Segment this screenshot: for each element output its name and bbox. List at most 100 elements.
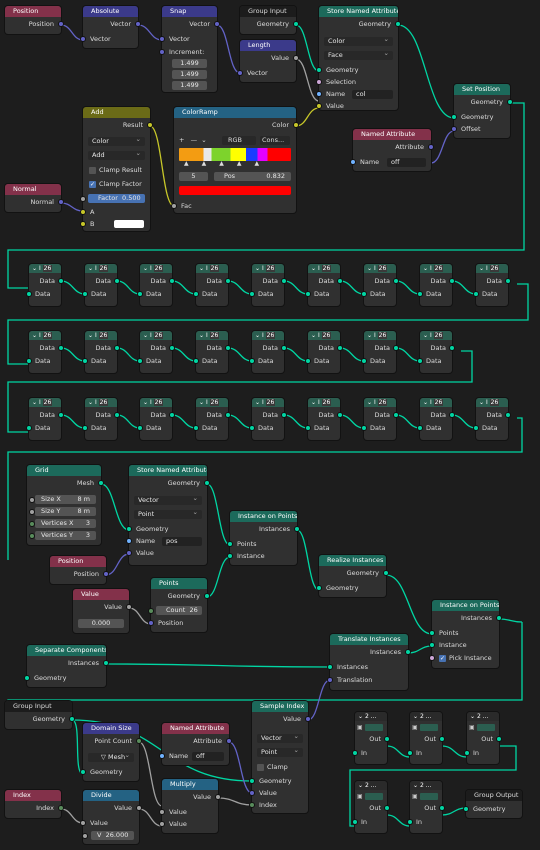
in-input[interactable]: In (352, 748, 387, 759)
geometry-input[interactable]: Geometry (249, 776, 308, 787)
increment-y-field[interactable]: 1.499 (172, 70, 207, 79)
clamp-checkbox[interactable]: Clamp (252, 762, 308, 773)
data-reroute-node[interactable]: ⌄ I 26 Data Data (137, 331, 175, 373)
collapse-chevron-icon[interactable]: ⌄ (32, 265, 37, 272)
absolute-node[interactable]: Absolute Vector Vector (80, 6, 141, 48)
data-output[interactable]: Data (364, 343, 399, 354)
b-color-swatch[interactable] (114, 220, 144, 228)
instance-input[interactable]: Instance (429, 640, 499, 651)
collapse-chevron-icon[interactable]: ⌄ (88, 399, 93, 406)
data-input[interactable]: Data (473, 423, 508, 434)
normal-output[interactable]: Normal (5, 197, 64, 208)
group-input-node[interactable]: Group Input Geometry (240, 6, 299, 34)
instance-on-points-node[interactable]: Instance on Points Instances Points Inst… (227, 511, 300, 565)
data-input[interactable]: Data (249, 356, 284, 367)
pick-instance-checkbox[interactable]: ✓ Pick Instance (429, 653, 499, 664)
collapse-chevron-icon[interactable]: ⌄ (367, 399, 372, 406)
data-reroute-node[interactable]: ⌄ I 26 Data Data (193, 398, 231, 440)
translation-input[interactable]: Translation (327, 675, 408, 686)
set-position-node[interactable]: Set Position Geometry Geometry Offset (451, 84, 513, 138)
data-output[interactable]: Data (140, 276, 175, 287)
function-group-node[interactable]: ⌄ 2 ... ▣ Out In (352, 781, 390, 833)
name-field[interactable]: off (387, 158, 426, 167)
data-reroute-node[interactable]: ⌄ I 26 Data Data (417, 398, 455, 440)
collapse-chevron-icon[interactable]: ⌄ (413, 713, 418, 720)
collapse-chevron-icon[interactable]: ⌄ (255, 399, 260, 406)
vertices-y-field[interactable]: Vertices Y3 (29, 531, 96, 540)
data-input[interactable]: Data (417, 423, 452, 434)
geometry-input[interactable]: Geometry (463, 804, 522, 815)
component-select[interactable]: ▽ Mesh (88, 751, 134, 762)
result-output[interactable]: Result (83, 120, 153, 131)
data-input[interactable]: Data (417, 356, 452, 367)
group-input-node[interactable]: Group Input Geometry (5, 701, 75, 729)
data-type-select[interactable]: Vector (134, 494, 202, 505)
store-named-attribute-node[interactable]: Store Named Attribute Geometry Vector Po… (126, 465, 210, 565)
name-field[interactable]: off (192, 752, 224, 761)
data-reroute-node[interactable]: ⌄ I 26 Data Data (26, 264, 64, 306)
data-input[interactable]: Data (82, 289, 117, 300)
data-output[interactable]: Data (476, 276, 511, 287)
data-input[interactable]: Data (26, 356, 61, 367)
data-reroute-node[interactable]: ⌄ I 26 Data Data (417, 264, 455, 306)
in-input[interactable]: In (464, 748, 499, 759)
collapse-chevron-icon[interactable]: ⌄ (255, 332, 260, 339)
data-input[interactable]: Data (193, 289, 228, 300)
geometry-input[interactable]: Geometry (126, 524, 207, 535)
data-reroute-node[interactable]: ⌄ I 26 Data Data (82, 264, 120, 306)
domain-select[interactable]: Face (324, 49, 393, 60)
data-input[interactable]: Data (193, 356, 228, 367)
data-type-select[interactable]: Color (88, 135, 145, 146)
data-output[interactable]: Data (85, 410, 120, 421)
stop-index-field[interactable]: 5 (179, 172, 208, 181)
data-reroute-node[interactable]: ⌄ I 26 Data Data (82, 331, 120, 373)
instances-output[interactable]: Instances (432, 613, 502, 624)
value-node[interactable]: Value Value 0.000 (73, 589, 132, 633)
instances-output[interactable]: Instances (230, 524, 300, 535)
stop-position-field[interactable]: Pos 0.832 (214, 172, 291, 181)
geometry-input[interactable]: Geometry (316, 65, 398, 76)
data-reroute-node[interactable]: ⌄ I 26 Data Data (26, 398, 64, 440)
data-input[interactable]: Data (305, 289, 340, 300)
index-output[interactable]: Index (5, 803, 64, 814)
data-output[interactable]: Data (252, 343, 287, 354)
data-input[interactable]: Data (82, 423, 117, 434)
divisor-field[interactable]: V 26.000 (82, 831, 134, 840)
collapse-chevron-icon[interactable]: ⌄ (470, 713, 475, 720)
stop-color-swatch[interactable] (179, 186, 291, 195)
geometry-input[interactable]: Geometry (24, 673, 106, 684)
group-selector[interactable] (477, 724, 495, 731)
data-output[interactable]: Data (308, 276, 343, 287)
domain-select[interactable]: Point (257, 746, 303, 757)
add-stop-icon[interactable]: + (179, 136, 184, 144)
increment-x-field[interactable]: 1.499 (172, 59, 207, 68)
color-mode-select[interactable]: RGB (222, 136, 256, 145)
collapse-chevron-icon[interactable]: ⌄ (88, 265, 93, 272)
colorramp-node[interactable]: ColorRamp Color + — ⌄ RGB Cons... ▲▲▲▲▲ … (171, 107, 299, 213)
data-input[interactable]: Data (305, 423, 340, 434)
data-output[interactable]: Data (140, 410, 175, 421)
data-output[interactable]: Data (196, 410, 231, 421)
position-output[interactable]: Position (5, 19, 64, 30)
snap-node[interactable]: Snap Vector Vector Increment: 1.499 1.49… (159, 6, 220, 92)
data-output[interactable]: Data (252, 410, 287, 421)
out-output[interactable]: Out (410, 734, 445, 745)
value-output[interactable]: Value (240, 53, 299, 64)
out-output[interactable]: Out (467, 734, 502, 745)
geometry-input[interactable]: Geometry (80, 767, 139, 778)
grid-node[interactable]: Grid Mesh Size X8 m Size Y8 m Vertices X… (27, 465, 104, 545)
index-input[interactable]: Index (249, 800, 308, 811)
position-output[interactable]: Position (50, 569, 109, 580)
value-input[interactable]: Value (316, 101, 398, 112)
data-input[interactable]: Data (417, 289, 452, 300)
selection-input[interactable]: Selection (316, 77, 398, 88)
collapse-chevron-icon[interactable]: ⌄ (32, 399, 37, 406)
data-reroute-node[interactable]: ⌄ I 26 Data Data (361, 331, 399, 373)
data-output[interactable]: Data (308, 410, 343, 421)
mesh-output[interactable]: Mesh (27, 478, 104, 489)
out-output[interactable]: Out (355, 803, 390, 814)
data-input[interactable]: Data (473, 289, 508, 300)
group-selector[interactable] (365, 724, 383, 731)
data-output[interactable]: Data (308, 343, 343, 354)
vector-input[interactable]: Vector (80, 34, 138, 45)
